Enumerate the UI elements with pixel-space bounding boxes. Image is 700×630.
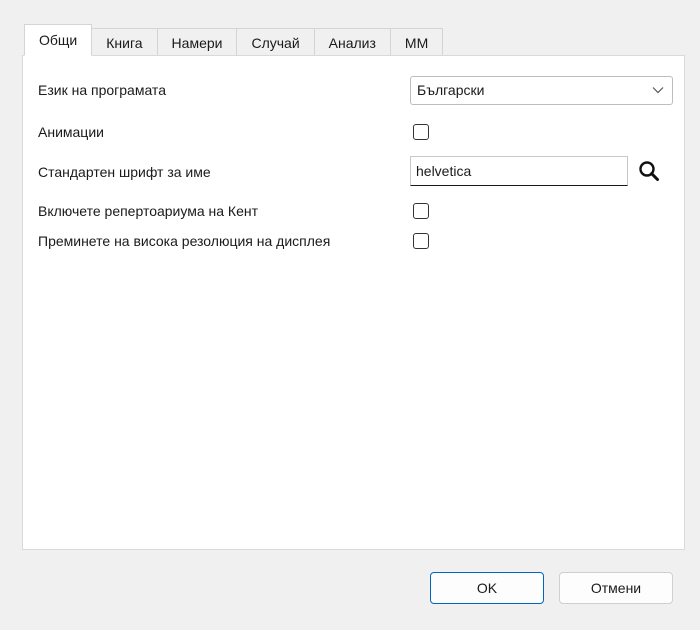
default-font-input[interactable]: helvetica — [410, 156, 628, 186]
kent-repertory-checkbox[interactable] — [413, 203, 429, 219]
language-label: Език на програмата — [38, 82, 166, 98]
tab-find[interactable]: Намери — [157, 28, 238, 56]
chevron-down-icon — [652, 87, 664, 94]
language-select-value: Български — [417, 82, 485, 98]
tab-general[interactable]: Общи — [24, 24, 93, 56]
search-icon — [639, 161, 659, 181]
animations-label: Анимации — [38, 124, 104, 140]
font-search-button[interactable] — [633, 155, 665, 187]
high-resolution-label: Преминете на висока резолюция на дисплея — [38, 233, 331, 249]
ok-button[interactable]: OK — [430, 572, 544, 604]
tab-case[interactable]: Случай — [237, 28, 315, 56]
default-font-label: Стандартен шрифт за име — [38, 164, 211, 180]
language-select[interactable]: Български — [410, 76, 673, 105]
tab-analysis[interactable]: Анализ — [314, 28, 391, 56]
tab-bar: Общи Книга Намери Случай Анализ ММ — [24, 24, 444, 56]
cancel-button[interactable]: Отмени — [559, 572, 673, 604]
tab-book[interactable]: Книга — [92, 28, 158, 56]
high-resolution-checkbox[interactable] — [413, 233, 429, 249]
animations-checkbox[interactable] — [413, 124, 429, 140]
settings-dialog: Общи Книга Намери Случай Анализ ММ Език … — [0, 0, 700, 630]
general-panel: Език на програмата Български Анимации Ст… — [22, 55, 685, 550]
tab-mm[interactable]: ММ — [390, 28, 444, 56]
kent-repertory-label: Включете репертоариума на Кент — [38, 203, 259, 219]
